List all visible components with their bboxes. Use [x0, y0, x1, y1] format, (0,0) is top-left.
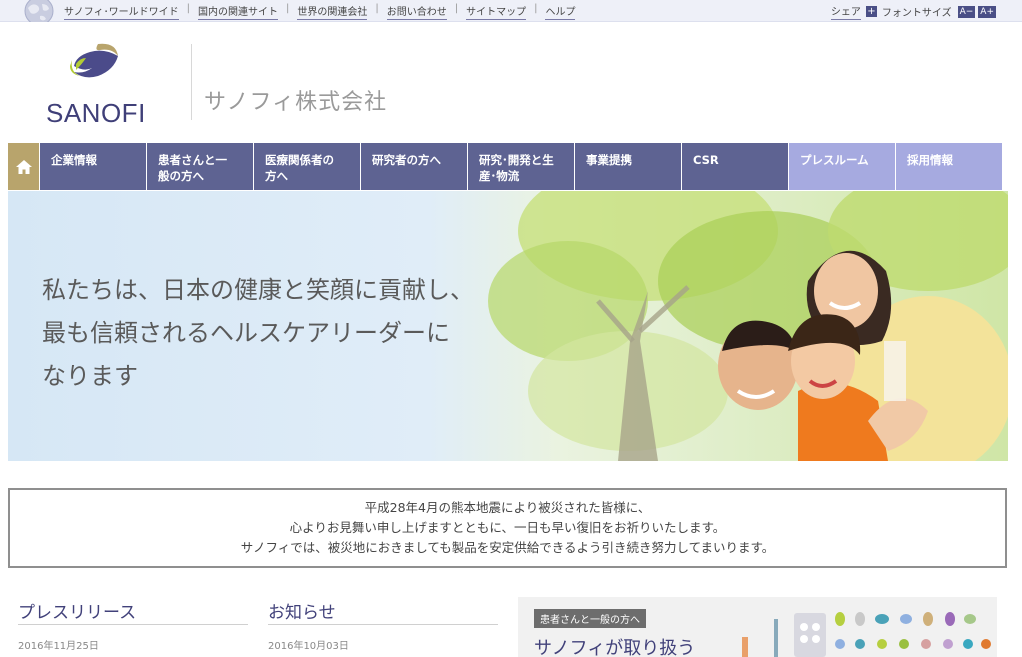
- home-button[interactable]: [8, 143, 39, 190]
- earthquake-notice: 平成28年4月の熊本地震により被災された皆様に、 心よりお見舞い申し上げますとと…: [8, 488, 1007, 568]
- nav-corporate[interactable]: 企業情報: [40, 143, 146, 190]
- nav-partnering[interactable]: 事業提携: [575, 143, 681, 190]
- nav-csr[interactable]: CSR: [682, 143, 788, 190]
- news-date: 2016年10月03日: [268, 641, 349, 652]
- globe-icon: [18, 0, 60, 22]
- utility-links: サノフィ･ワールドワイド | 国内の関連サイト | 世界の関連会社 | お問い合わせ |…: [64, 3, 576, 20]
- hero-message: 私たちは、日本の健康と笑顔に貢献し、 最も信頼されるヘルスケアリーダーに なりま…: [42, 276, 474, 390]
- press-release-title[interactable]: プレスリリース: [18, 598, 136, 623]
- font-larger-button[interactable]: A+: [978, 5, 996, 18]
- link-help[interactable]: ヘルプ: [545, 3, 576, 20]
- main-nav: 企業情報 患者さんと一 般の方へ 医療関係者の 方へ 研究者の方へ 研究･開発と生産…: [8, 143, 1003, 190]
- products-promo-banner[interactable]: 患者さんと一般の方へ サノフィが取り扱う: [518, 597, 997, 657]
- press-release-divider: [18, 624, 248, 625]
- news-title[interactable]: お知らせ: [268, 598, 336, 623]
- utility-tools: シェア + フォントサイズ A− A+: [830, 3, 996, 20]
- link-worldwide[interactable]: サノフィ･ワールドワイド: [64, 3, 179, 20]
- company-name: サノフィ株式会社: [204, 90, 388, 115]
- news-divider: [268, 624, 498, 625]
- logo-wordmark: SANOFI: [46, 98, 146, 128]
- font-size-label: フォントサイズ: [881, 8, 952, 19]
- sanofi-logo[interactable]: SANOFI: [40, 40, 150, 130]
- share-plus-icon[interactable]: +: [865, 6, 877, 17]
- press-release-date: 2016年11月25日: [18, 641, 99, 652]
- home-icon: [15, 159, 32, 174]
- hero-banner[interactable]: 私たちは、日本の健康と笑顔に貢献し、 最も信頼されるヘルスケアリーダーに なりま…: [8, 191, 1008, 461]
- link-contact[interactable]: お問い合わせ: [386, 3, 447, 20]
- nav-healthcare-professionals[interactable]: 医療関係者の 方へ: [254, 143, 360, 190]
- nav-press-room[interactable]: プレスルーム: [789, 143, 895, 190]
- share-link[interactable]: シェア: [830, 3, 861, 20]
- link-domestic-sites[interactable]: 国内の関連サイト: [197, 3, 278, 20]
- link-sitemap[interactable]: サイトマップ: [466, 3, 527, 20]
- nav-careers[interactable]: 採用情報: [896, 143, 1002, 190]
- link-global-affiliates[interactable]: 世界の関連会社: [297, 3, 368, 20]
- utility-bar: サノフィ･ワールドワイド | 国内の関連サイト | 世界の関連会社 | お問い合わせ |…: [0, 0, 1022, 22]
- medicine-illustration: [742, 612, 991, 657]
- header-divider: [191, 44, 192, 120]
- sanofi-bird-icon: [70, 43, 118, 78]
- nav-patients[interactable]: 患者さんと一 般の方へ: [147, 143, 253, 190]
- nav-researchers[interactable]: 研究者の方へ: [361, 143, 467, 190]
- nav-rd-production[interactable]: 研究･開発と生 産･物流: [468, 143, 574, 190]
- font-smaller-button[interactable]: A−: [957, 5, 976, 18]
